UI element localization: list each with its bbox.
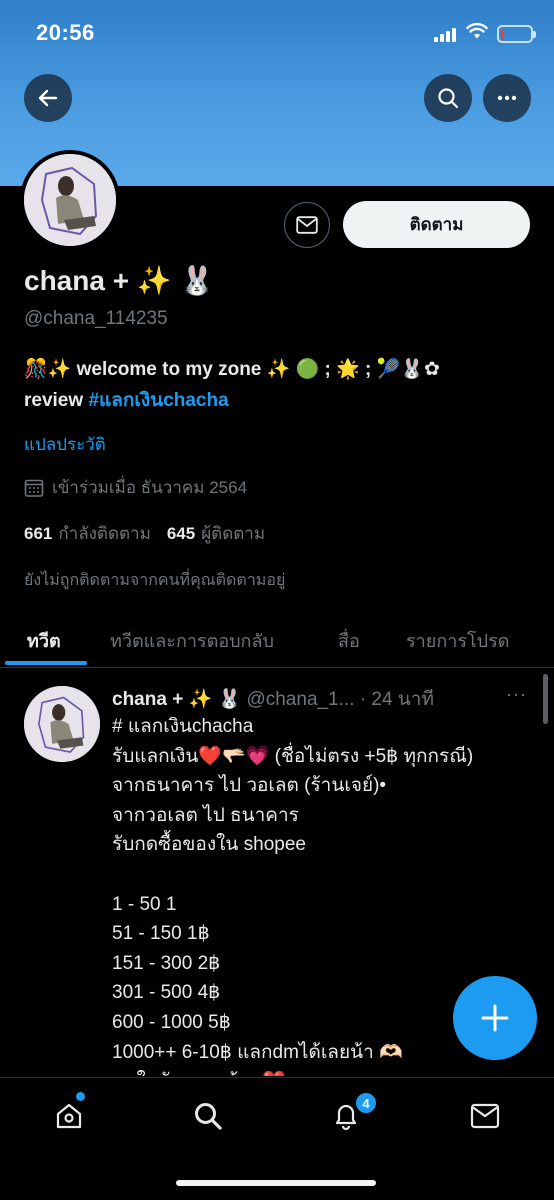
profile-tabs: ทวีต ทวีตและการตอบกลับ สื่อ รายการโปรด [0,612,554,668]
followers-stat[interactable]: 645 ผู้ติดตาม [167,520,265,547]
home-unread-dot [76,1092,85,1101]
bio-text: review [24,390,89,411]
search-button[interactable] [424,74,472,122]
following-stat[interactable]: 661 กำลังติดตาม [24,520,151,547]
avatar-image [24,154,116,246]
profile-display-name: chana + ✨ 🐰 [24,265,215,296]
joined-text: เข้าร่วมเมื่อ ธันวาคม 2564 [52,478,248,497]
tweet-avatar[interactable] [24,686,100,762]
following-label: กำลังติดตาม [58,524,151,543]
scrollbar[interactable] [543,674,548,724]
home-icon [56,1103,82,1129]
message-button[interactable] [284,202,330,248]
signal-icon [434,28,456,42]
back-button[interactable] [24,74,72,122]
search-icon [438,88,459,109]
nav-home[interactable] [49,1096,89,1136]
tweet-author-name[interactable]: chana + ✨ 🐰 [112,689,241,710]
profile-avatar[interactable] [20,150,120,250]
bio-hashtag-link[interactable]: #แลกเงินchacha [88,390,228,411]
avatar-image [24,686,100,762]
tweet-line: สนใจทักเลย พร้อม❤️ [112,1067,542,1076]
bio-line-1: 🎊✨ welcome to my zone ✨ 🟢 ; 🌟 ; 🎾🐰✿ [24,359,440,380]
battery-icon [497,25,536,43]
home-indicator [176,1180,376,1186]
following-count: 661 [24,524,53,543]
tweet-header: chana + ✨ 🐰 @chana_1... · 24 นาที [112,684,434,714]
tweet-line: รับกดซื้อของใน shopee [112,834,306,856]
mail-icon [296,216,318,234]
profile-handle: @chana_114235 [24,308,168,329]
more-button[interactable] [483,74,531,122]
joined-date: เข้าร่วมเมื่อ ธันวาคม 2564 [24,474,247,501]
tweet-author-handle: @chana_1... [246,689,355,710]
more-horizontal-icon [497,95,517,101]
followers-label: ผู้ติดตาม [201,524,266,543]
tab-tweets[interactable]: ทวีต [27,626,61,655]
profile-bio: 🎊✨ welcome to my zone ✨ 🟢 ; 🌟 ; 🎾🐰✿ revi… [24,354,534,416]
tab-tweets-replies[interactable]: ทวีตและการตอบกลับ [110,626,274,655]
tweet-line: # แลกเงินchacha [112,716,254,737]
battery-level [501,29,504,39]
nav-search[interactable] [188,1096,228,1136]
search-icon [195,1103,222,1130]
followers-count: 645 [166,524,196,543]
follow-button[interactable]: ติดตาม [343,201,530,248]
follow-stats: 661 กำลังติดตาม 645 ผู้ติดตาม [24,520,265,547]
wifi-icon [466,22,488,39]
tweet-line: รับแลกเงิน❤️🫳🏻💗 (ชื่อไม่ตรง +5฿ ทุกกรณี) [112,745,474,767]
tab-likes[interactable]: รายการโปรด [406,626,509,655]
tweet-line [112,860,542,890]
tab-media[interactable]: สื่อ [338,626,360,655]
calendar-icon [24,479,44,497]
arrow-left-icon [38,89,58,107]
not-followed-note: ยังไม่ถูกติดตามจากคนที่คุณติดตามอยู่ [24,572,286,589]
tweet-more-icon[interactable]: ··· [506,684,527,705]
plus-icon [481,1004,509,1032]
tweet-line: จากธนาคาร ไป วอเลต (ร้านเจย์)• [112,775,387,797]
notification-badge: 4 [354,1091,378,1115]
compose-tweet-button[interactable] [453,976,537,1060]
bio-line-2: review #แลกเงินchacha [24,385,534,416]
status-bar: 20:56 [0,0,554,66]
tweet-line: 151 - 300 2฿ [112,952,221,974]
tweet-line: 51 - 150 1฿ [112,923,210,945]
tweet-line: 1 - 50 1 [112,893,177,915]
tweet-time: · 24 นาที [359,689,434,710]
messages-icon [470,1103,500,1129]
tweet-line: จากวอเลต ไป ธนาคาร [112,804,299,826]
nav-messages[interactable] [465,1096,505,1136]
translate-bio-link[interactable]: แปลประวัติ [24,431,106,458]
active-tab-indicator [5,661,87,665]
status-time: 20:56 [36,20,95,45]
